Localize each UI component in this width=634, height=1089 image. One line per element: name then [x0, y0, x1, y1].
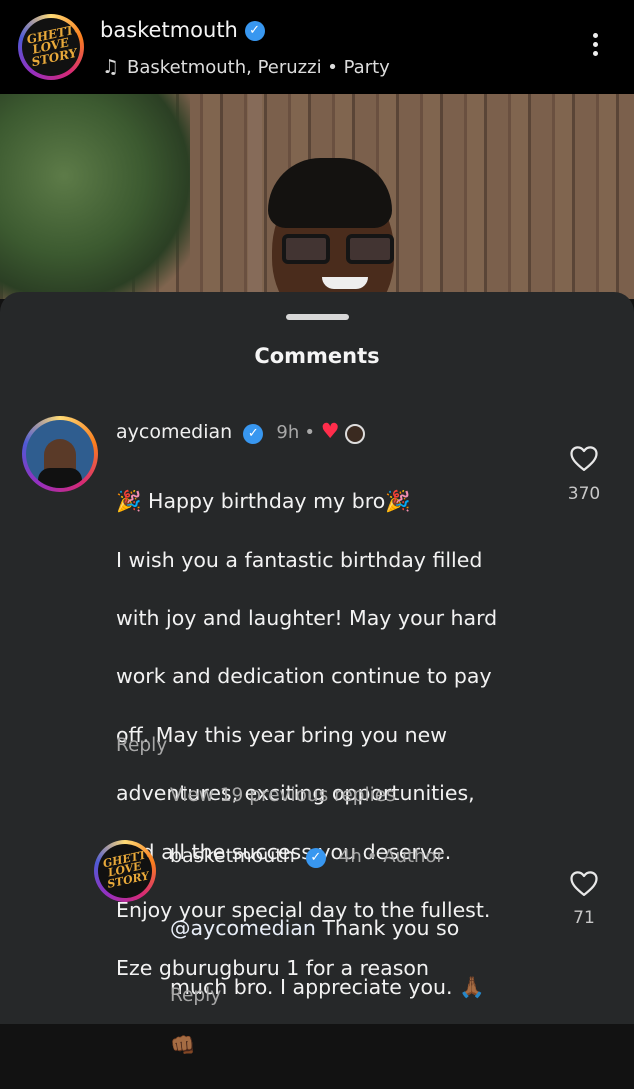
author-label: Author: [383, 846, 444, 867]
reply-username[interactable]: basketmouth: [170, 845, 295, 867]
more-options-icon[interactable]: [589, 33, 601, 65]
reply-avatar[interactable]: GHETTO LOVE STORY: [94, 840, 156, 902]
comment-time: 9h: [276, 422, 300, 443]
music-note-icon: ♫: [102, 56, 120, 78]
header-username[interactable]: basketmouth: [100, 18, 238, 42]
heart-outline-icon[interactable]: [569, 444, 599, 472]
reply-time: 4h: [338, 846, 362, 867]
verified-badge-icon: ✓: [244, 21, 265, 41]
creator-avatar-small: [344, 423, 365, 444]
comment-avatar[interactable]: [22, 416, 98, 492]
post-header: GHETTO LOVE STORY basketmouth ✓ ♫ Basketm…: [0, 0, 634, 94]
reply-like-count: 71: [573, 908, 595, 928]
view-previous-replies[interactable]: View 19 previous replies: [170, 785, 396, 806]
comments-sheet: Comments aycomedian ✓ 9h • ♥ 🎉 Happy bir…: [0, 292, 634, 1057]
comment-header: aycomedian ✓ 9h • ♥: [116, 419, 365, 444]
verified-badge-icon: ✓: [305, 847, 326, 868]
sheet-title: Comments: [254, 344, 380, 368]
header-username-row[interactable]: basketmouth ✓: [100, 18, 265, 42]
header-avatar[interactable]: GHETTO LOVE STORY: [18, 14, 84, 80]
mention-link[interactable]: @aycomedian: [170, 916, 316, 940]
reply-reply-button[interactable]: Reply: [170, 985, 221, 1006]
avatar-logo: GHETTO LOVE STORY: [25, 20, 80, 69]
reply-header: basketmouth ✓ 4h • Author: [170, 845, 444, 868]
audio-label[interactable]: Basketmouth, Peruzzi • Party: [127, 57, 390, 78]
reply-avatar-logo: GHETTO LOVE STORY: [101, 846, 152, 892]
comment-reply-button[interactable]: Reply: [116, 735, 167, 756]
verified-badge-icon: ✓: [243, 423, 264, 444]
drag-handle[interactable]: [286, 314, 349, 320]
creator-liked-heart-icon: ♥: [320, 419, 340, 443]
audio-row[interactable]: ♫ Basketmouth, Peruzzi • Party: [102, 56, 390, 78]
heart-outline-icon[interactable]: [569, 869, 599, 897]
comment-username[interactable]: aycomedian: [116, 421, 232, 443]
post-media[interactable]: [0, 94, 634, 299]
comment-like-count: 370: [567, 484, 601, 504]
